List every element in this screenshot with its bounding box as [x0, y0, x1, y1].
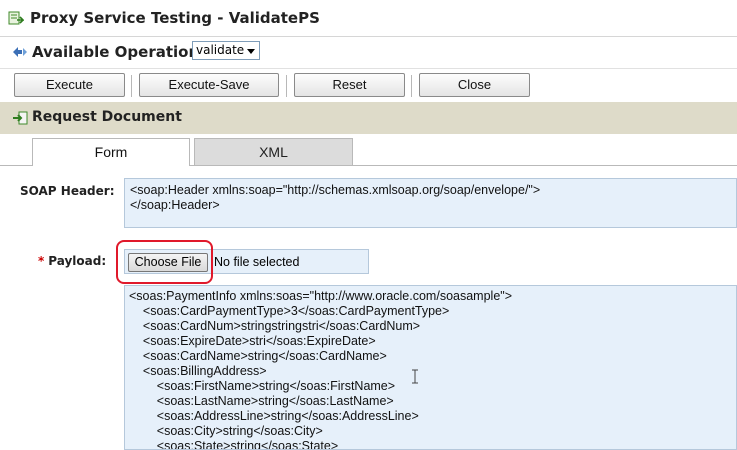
request-document-title: Request Document — [32, 109, 182, 125]
soap-header-label: SOAP Header: — [20, 184, 115, 198]
tab-bar: Form XML — [0, 134, 737, 166]
tab-xml[interactable]: XML — [194, 138, 353, 166]
operation-select-value: validate — [196, 43, 245, 57]
request-arrow-icon — [13, 111, 28, 125]
payload-label: Payload: — [48, 254, 107, 268]
toolbar-divider — [131, 75, 132, 97]
page-title: Proxy Service Testing - ValidatePS — [30, 9, 320, 27]
toolbar-divider — [286, 75, 287, 97]
operations-label: Available Operations: — [32, 43, 215, 61]
button-toolbar: Execute Execute-Save Reset Close — [0, 68, 737, 101]
operation-icon — [13, 47, 27, 57]
text-cursor-icon — [412, 369, 418, 384]
file-status: No file selected — [214, 255, 300, 269]
execute-button[interactable]: Execute — [14, 73, 125, 97]
soap-header-textarea[interactable]: <soap:Header xmlns:soap="http://schemas.… — [124, 178, 737, 228]
title-bar: Proxy Service Testing - ValidatePS — [0, 0, 737, 37]
tab-form[interactable]: Form — [32, 138, 190, 166]
proxy-service-icon — [8, 11, 24, 25]
highlight-ring — [116, 240, 213, 284]
reset-button[interactable]: Reset — [294, 73, 405, 97]
required-marker: * — [38, 254, 45, 268]
execute-save-button[interactable]: Execute-Save — [139, 73, 279, 97]
payload-label-group: * Payload: — [38, 254, 106, 268]
chevron-down-icon — [247, 49, 255, 54]
payload-textarea[interactable]: <soas:PaymentInfo xmlns:soas="http://www… — [124, 285, 737, 450]
request-document-header: Request Document — [0, 102, 737, 134]
operations-row: Available Operations: validate — [0, 37, 737, 67]
close-button[interactable]: Close — [419, 73, 530, 97]
toolbar-divider — [411, 75, 412, 97]
operation-select[interactable]: validate — [192, 41, 260, 60]
